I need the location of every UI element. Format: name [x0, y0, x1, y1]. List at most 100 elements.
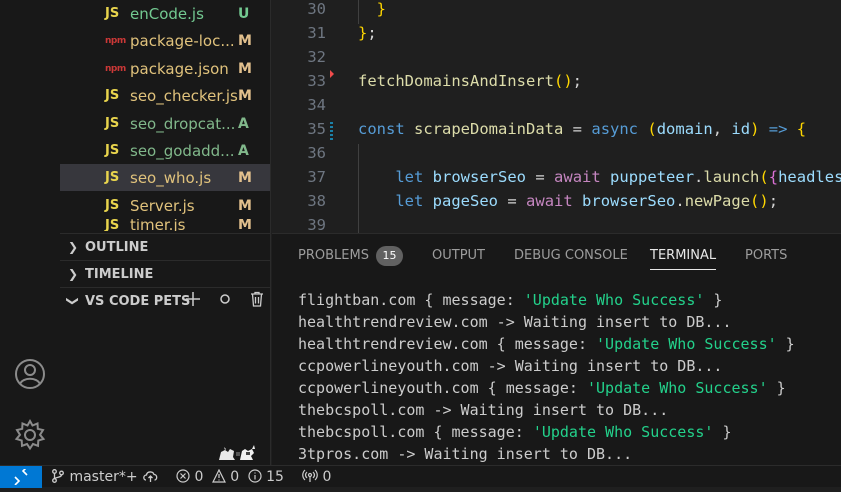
remote-indicator[interactable]: [0, 466, 42, 488]
line-number: 35: [307, 120, 326, 138]
terminal-success-text: 'Update Who Success': [596, 335, 777, 353]
terminal-text: ccpowerlineyouth.com { message:: [298, 379, 587, 397]
line-code: let pageSeo = await browserSeo.newPage()…: [395, 192, 779, 210]
file-name: seo_checker.js: [130, 86, 238, 105]
terminal-line: thebcspoll.com -> Waiting insert to DB..…: [298, 401, 668, 423]
outline-title: OUTLINE: [85, 239, 149, 255]
terminal-success-text: 'Update Who Success': [532, 423, 714, 441]
tab-problems[interactable]: PROBLEMS: [298, 248, 369, 270]
tab-output[interactable]: OUTPUT: [432, 248, 485, 270]
javascript-file-icon: JS: [105, 88, 120, 103]
line-number: 33: [307, 72, 326, 90]
line-code: let browserSeo = await puppeteer.launch(…: [395, 168, 841, 186]
terminal-text: }: [704, 291, 723, 309]
npm-file-icon: npm: [105, 35, 126, 46]
chevron-right-icon: ❯: [67, 240, 79, 254]
file-item[interactable]: JS seo_godadd... A: [60, 137, 270, 164]
file-item[interactable]: npm package-loc... M: [60, 27, 270, 54]
broadcast-icon: [302, 469, 322, 485]
line-number: 32: [307, 48, 326, 66]
line-number: 37: [307, 168, 326, 186]
terminal-line: ccpowerlineyouth.com -> Waiting insert t…: [298, 357, 722, 379]
line-code: };: [358, 24, 377, 42]
file-item[interactable]: JS enCode.js U: [60, 0, 270, 27]
git-status-badge: M: [238, 169, 252, 186]
code-line[interactable]: 31};: [272, 24, 841, 47]
line-code: const scrapeDomainData = async (domain, …: [358, 120, 807, 138]
terminal-text: healthtrendreview.com -> Waiting insert …: [298, 313, 732, 331]
remote-icon: [14, 466, 28, 486]
problems-status[interactable]: 0 0 15: [176, 467, 284, 487]
line-number: 30: [307, 0, 326, 18]
indent-guide: [358, 144, 359, 233]
settings-gear-icon[interactable]: [13, 418, 47, 452]
tab-debug-console[interactable]: DEBUG CONSOLE: [514, 248, 628, 270]
file-item[interactable]: JS Server.js M: [60, 192, 270, 219]
activity-bar: [0, 0, 60, 465]
line-number: 38: [307, 192, 326, 210]
javascript-file-icon: JS: [105, 6, 120, 21]
code-line[interactable]: 35 const scrapeDomainData = async (domain…: [272, 120, 841, 143]
ports-count: 0: [322, 469, 332, 485]
javascript-file-icon: JS: [105, 198, 120, 213]
terminal-line: healthtrendreview.com { message: 'Update…: [298, 335, 795, 357]
line-number: 31: [307, 24, 326, 42]
terminal-line: flightban.com { message: 'Update Who Suc…: [298, 291, 722, 313]
terminal-text: }: [713, 423, 732, 441]
bottom-panel: PROBLEMS 15 OUTPUT DEBUG CONSOLE TERMINA…: [272, 233, 841, 465]
file-name: timer.js: [130, 219, 186, 231]
file-name: enCode.js: [130, 4, 204, 23]
terminal-text: flightban.com { message:: [298, 291, 524, 309]
pets-title: VS CODE PETS: [85, 293, 191, 309]
timeline-section-header[interactable]: ❯ TIMELINE: [60, 260, 270, 287]
terminal-success-text: 'Update Who Success': [523, 291, 705, 309]
code-line[interactable]: 33 fetchDomainsAndInsert();: [272, 70, 841, 95]
terminal-text: thebcspoll.com { message:: [298, 423, 533, 441]
outline-section-header[interactable]: ❯ OUTLINE: [60, 233, 270, 260]
error-icon: [176, 469, 194, 485]
tab-terminal[interactable]: TERMINAL: [650, 248, 717, 270]
git-status-badge: U: [238, 5, 250, 22]
terminal-text: }: [776, 335, 795, 353]
sync-status[interactable]: [142, 467, 159, 487]
file-item[interactable]: JS seo_dropcat... A: [60, 110, 270, 137]
git-status-badge: M: [238, 219, 252, 231]
git-status-badge: M: [238, 197, 252, 214]
line-number: 36: [307, 144, 326, 162]
javascript-file-icon: JS: [105, 170, 120, 185]
terminal-line: thebcspoll.com { message: 'Update Who Su…: [298, 423, 732, 445]
file-item[interactable]: JS timer.js M: [60, 219, 270, 231]
branch-name: master*+: [69, 469, 138, 485]
account-icon[interactable]: [13, 357, 47, 391]
add-pet-icon[interactable]: [184, 291, 202, 311]
timeline-title: TIMELINE: [85, 266, 154, 282]
warning-count: 0: [230, 469, 240, 485]
git-status-badge: A: [238, 142, 249, 159]
terminal-line: ccpowerlineyouth.com { message: 'Update …: [298, 379, 786, 401]
pets-section-header[interactable]: ❯ VS CODE PETS: [60, 287, 270, 314]
git-status-badge: M: [238, 60, 252, 77]
pet-cat-icon[interactable]: [216, 440, 258, 462]
file-name: seo_who.js: [130, 168, 212, 187]
status-bar: master*+ 0 0 15 0: [0, 465, 841, 488]
modified-line-marker[interactable]: [330, 122, 333, 141]
error-count: 0: [194, 469, 204, 485]
trash-icon[interactable]: [248, 291, 266, 311]
file-item[interactable]: npm package.json M: [60, 55, 270, 82]
code-editor[interactable]: 30 } 31}; 32 33 fetchDomainsAndInsert(); 34 35…: [272, 0, 841, 233]
code-line[interactable]: 32: [272, 48, 841, 71]
chevron-right-icon: ❯: [67, 267, 79, 281]
git-status-badge: M: [238, 87, 252, 104]
javascript-file-icon: JS: [105, 143, 120, 158]
code-line[interactable]: 34: [272, 96, 841, 119]
ports-status[interactable]: 0: [302, 467, 331, 487]
deleted-lines-marker[interactable]: [330, 70, 334, 78]
tab-ports[interactable]: PORTS: [745, 248, 787, 270]
terminal-text: 3tpros.com -> Waiting insert to DB...: [298, 445, 633, 463]
file-item[interactable]: JS seo_checker.js M: [60, 82, 270, 109]
info-icon: [248, 469, 266, 485]
branch-status[interactable]: master*+: [51, 467, 138, 487]
file-item[interactable]: JS seo_who.js M: [60, 164, 270, 191]
pet-ball-icon[interactable]: [216, 291, 234, 311]
line-code: fetchDomainsAndInsert();: [358, 72, 582, 90]
